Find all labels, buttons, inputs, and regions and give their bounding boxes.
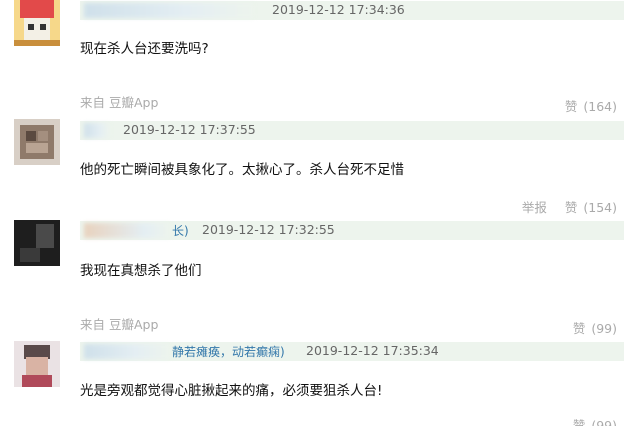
comment-meta-bar: 长) 2019-12-12 17:32:55 bbox=[80, 221, 624, 240]
comment-source[interactable]: 来自 豆瓣App bbox=[80, 92, 158, 111]
like-count: (154) bbox=[583, 200, 617, 215]
avatar-image bbox=[14, 220, 60, 266]
comment-meta-bar: 2019-12-12 17:34:36 bbox=[80, 1, 624, 20]
username-blurred[interactable] bbox=[84, 223, 170, 238]
comment-actions: 举报 赞 (154) bbox=[522, 197, 617, 216]
comment-text: 现在杀人台还要洗吗? bbox=[80, 41, 209, 57]
avatar[interactable] bbox=[14, 119, 60, 165]
like-count: (99) bbox=[591, 321, 617, 336]
like-count: (99) bbox=[591, 418, 617, 426]
like-button[interactable]: 赞 (154) bbox=[565, 200, 617, 215]
username-blurred[interactable] bbox=[84, 123, 110, 138]
comment-actions: 赞 (99) bbox=[573, 415, 617, 426]
username-suffix[interactable]: 长) bbox=[172, 222, 189, 239]
comment-list: 2019-12-12 17:34:36 现在杀人台还要洗吗? 来自 豆瓣App … bbox=[0, 0, 640, 426]
username-suffix[interactable]: 静若瘫痪，动若癫痫) bbox=[172, 343, 285, 360]
avatar[interactable] bbox=[14, 220, 60, 266]
comment-actions: 赞 (99) bbox=[573, 318, 617, 337]
avatar[interactable] bbox=[14, 0, 60, 46]
username-blurred[interactable] bbox=[84, 3, 254, 18]
comment-timestamp: 2019-12-12 17:37:55 bbox=[123, 122, 256, 137]
like-label: 赞 bbox=[564, 99, 578, 114]
like-label: 赞 bbox=[564, 200, 578, 215]
comment-text: 他的死亡瞬间被具象化了。太揪心了。杀人台死不足惜 bbox=[80, 162, 404, 178]
comment-text: 我现在真想杀了他们 bbox=[80, 263, 202, 279]
avatar-image bbox=[14, 341, 60, 387]
like-button[interactable]: 赞 (164) bbox=[565, 99, 617, 114]
comment-timestamp: 2019-12-12 17:35:34 bbox=[306, 343, 439, 358]
like-count: (164) bbox=[583, 99, 617, 114]
comment-actions: 赞 (164) bbox=[565, 96, 617, 115]
username-blurred[interactable] bbox=[84, 344, 170, 359]
avatar[interactable] bbox=[14, 341, 60, 387]
like-label: 赞 bbox=[572, 321, 586, 336]
comment-meta-bar: 2019-12-12 17:37:55 bbox=[80, 121, 624, 140]
report-link[interactable]: 举报 bbox=[522, 200, 547, 215]
comment-meta-bar: 静若瘫痪，动若癫痫) 2019-12-12 17:35:34 bbox=[80, 342, 624, 361]
comment-source[interactable]: 来自 豆瓣App bbox=[80, 314, 158, 333]
comment-text: 光是旁观都觉得心脏揪起来的痛，必须要狙杀人台! bbox=[80, 383, 383, 399]
avatar-image bbox=[14, 119, 60, 165]
avatar-image bbox=[14, 0, 60, 46]
like-label: 赞 bbox=[572, 418, 586, 426]
like-button[interactable]: 赞 (99) bbox=[573, 418, 617, 426]
like-button[interactable]: 赞 (99) bbox=[573, 321, 617, 336]
comment-timestamp: 2019-12-12 17:34:36 bbox=[272, 2, 405, 17]
comment-timestamp: 2019-12-12 17:32:55 bbox=[202, 222, 335, 237]
